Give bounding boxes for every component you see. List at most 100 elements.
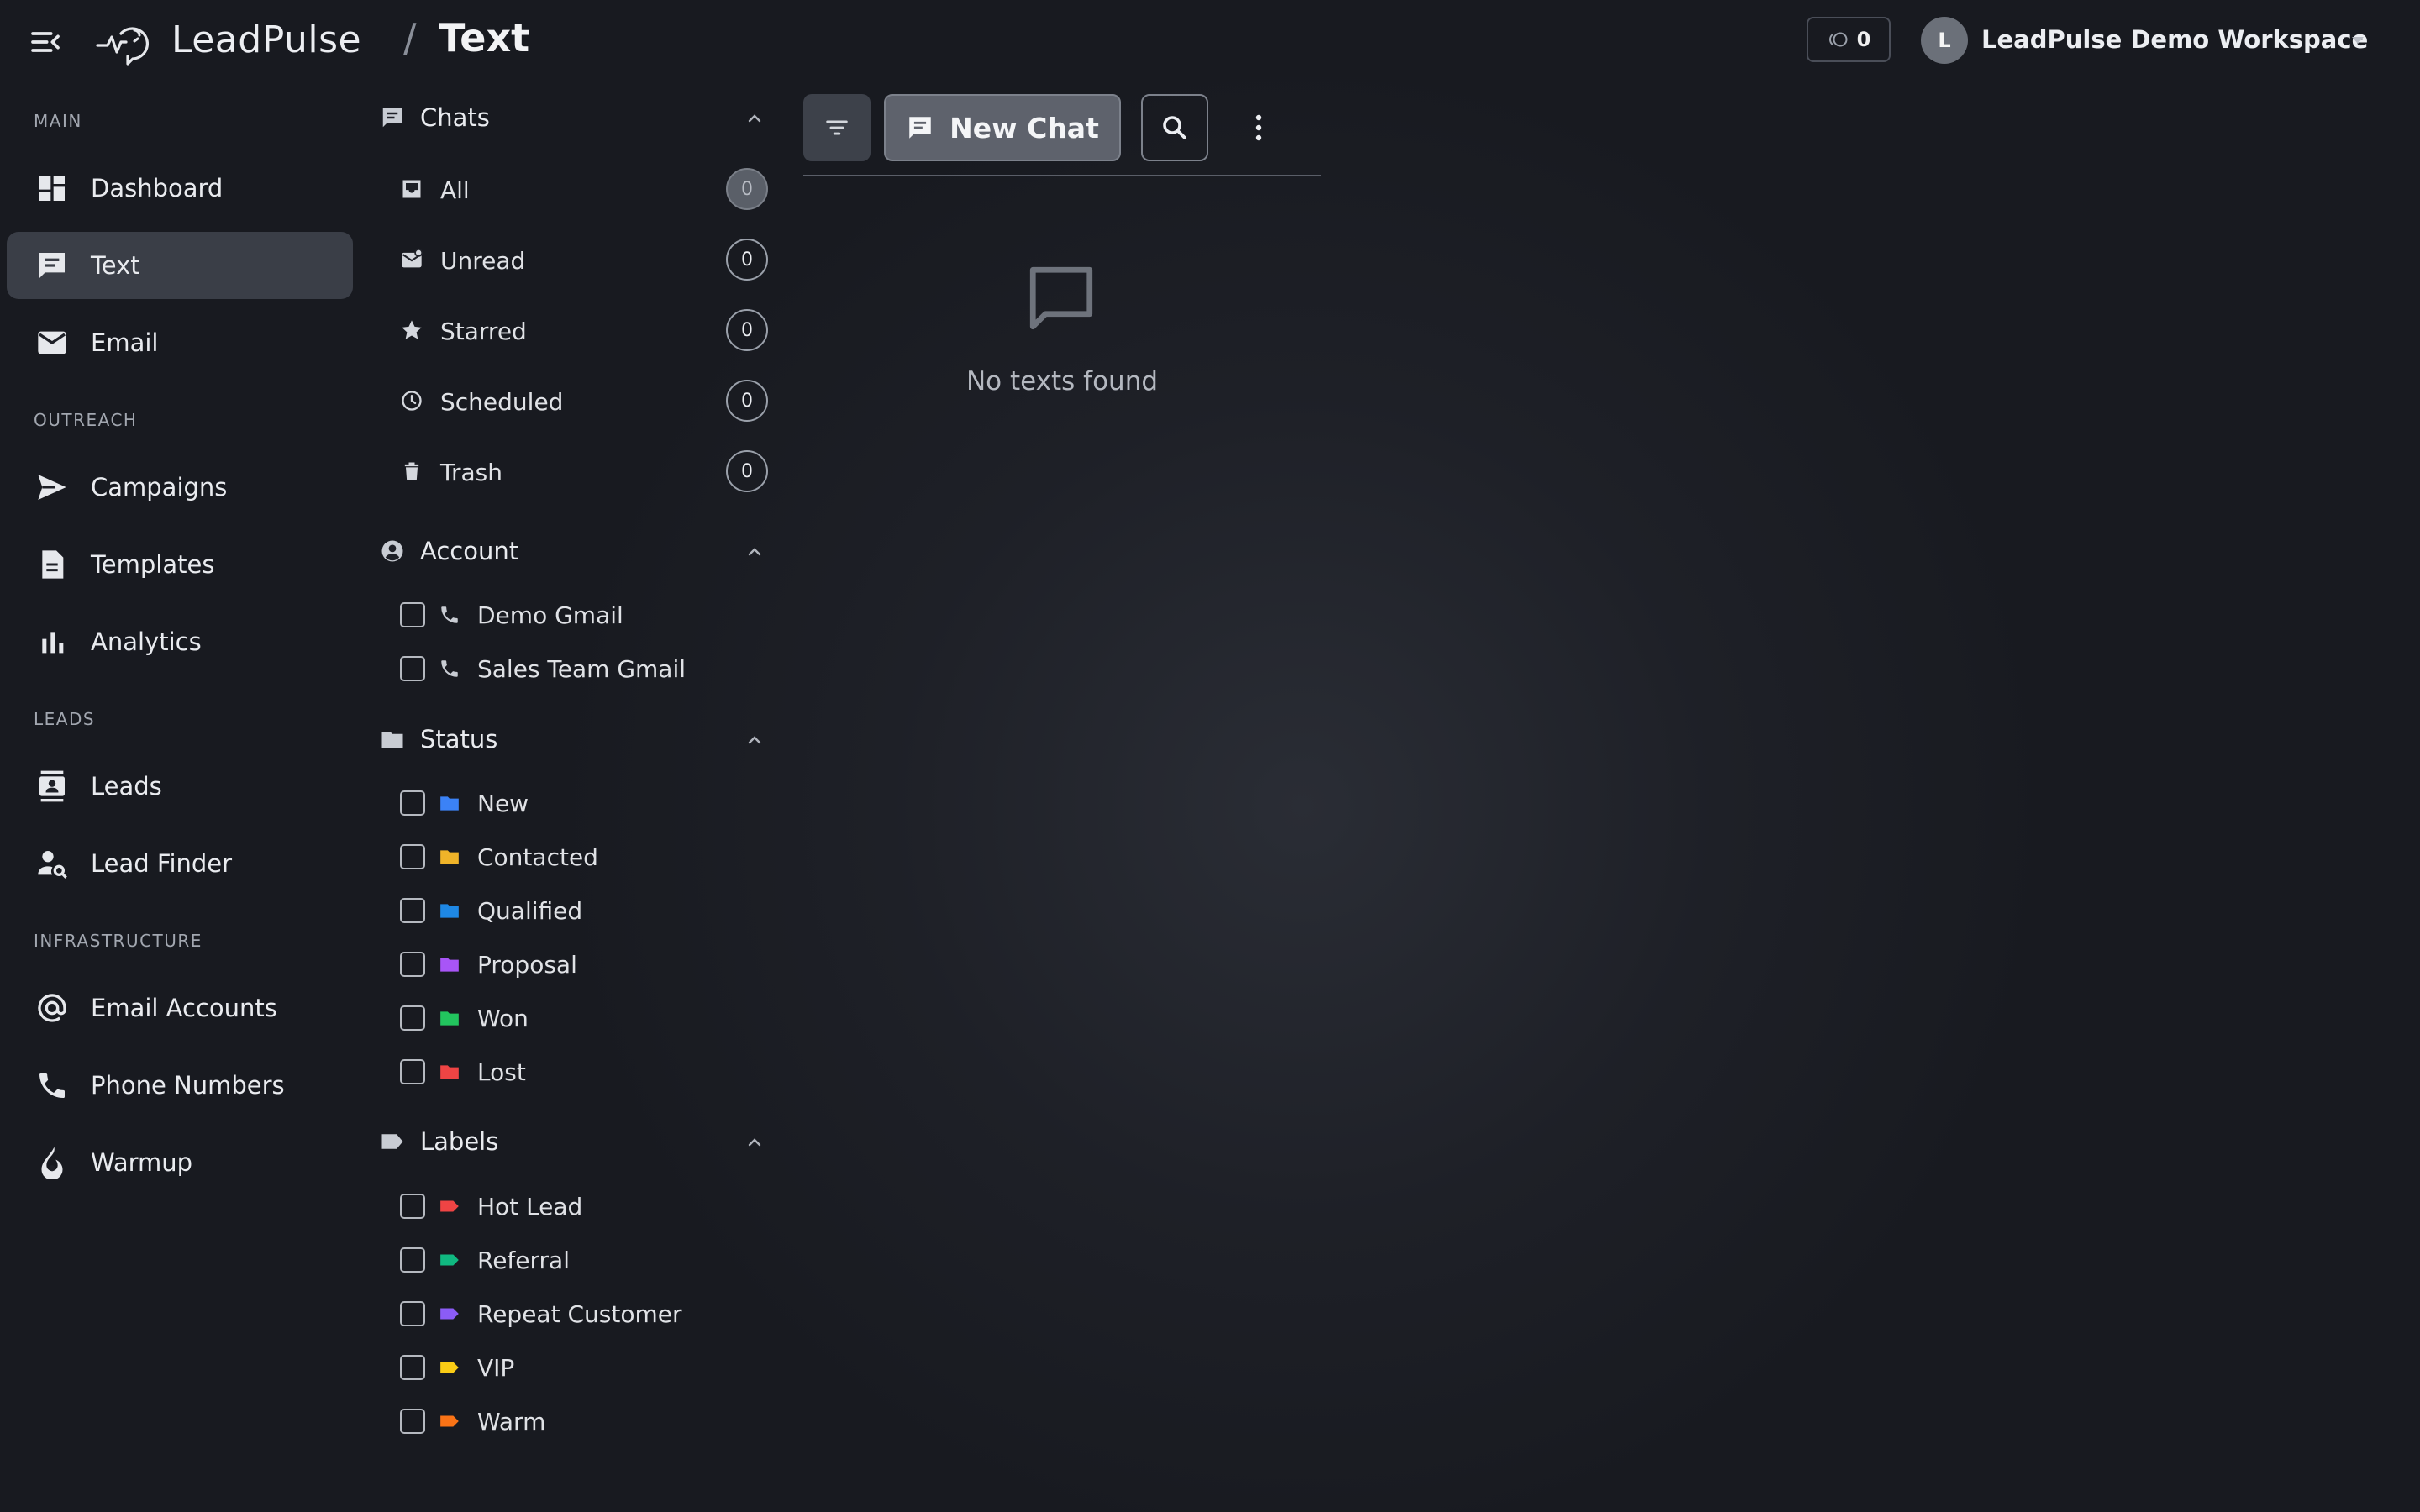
chat-filter-unread[interactable]: Unread 0 <box>395 234 773 285</box>
status-filter-item[interactable]: Lost <box>398 1051 773 1093</box>
contacts-icon <box>35 769 69 803</box>
phone-icon <box>35 1068 69 1102</box>
sidebar-item-email-accounts[interactable]: Email Accounts <box>7 974 353 1042</box>
status-filter-item[interactable]: Won <box>398 997 773 1039</box>
status-filter-item[interactable]: New <box>398 782 773 824</box>
checkbox[interactable] <box>400 790 425 816</box>
account-filter-item[interactable]: Demo Gmail <box>398 594 773 636</box>
chevron-up-icon[interactable] <box>744 542 765 562</box>
toolbar-divider <box>803 175 1321 176</box>
avatar[interactable]: L <box>1921 17 1968 64</box>
labels-filter-item[interactable]: Referral <box>398 1239 773 1281</box>
sidebar-item-phone-numbers[interactable]: Phone Numbers <box>7 1052 353 1119</box>
labels-filter-item[interactable]: Warm <box>398 1400 773 1442</box>
labels-filter-item[interactable]: VIP <box>398 1347 773 1389</box>
folder-icon <box>380 727 405 752</box>
labels-label: Repeat Customer <box>477 1300 682 1328</box>
labels-label: Hot Lead <box>477 1193 583 1221</box>
checkbox[interactable] <box>400 844 425 869</box>
workspace-name[interactable]: LeadPulse Demo Workspace <box>1981 25 2368 54</box>
sidebar-item-analytics[interactable]: Analytics <box>7 608 353 675</box>
status-label: Qualified <box>477 897 583 925</box>
checkbox[interactable] <box>400 898 425 923</box>
page-title: Text <box>439 15 530 60</box>
count-badge: 0 <box>726 380 768 422</box>
labels-label: Referral <box>477 1247 570 1274</box>
chevron-up-icon[interactable] <box>744 730 765 750</box>
group-title: Chats <box>420 103 490 132</box>
more-vertical-icon <box>1255 114 1262 141</box>
chat-bubble-icon <box>35 249 69 282</box>
chat-bubble-icon <box>909 117 931 139</box>
chevron-up-icon[interactable] <box>744 1132 765 1152</box>
checkbox[interactable] <box>400 1005 425 1031</box>
status-filter-item[interactable]: Proposal <box>398 943 773 985</box>
checkbox[interactable] <box>400 1059 425 1084</box>
chat-filter-label: Starred <box>440 318 527 345</box>
star-icon <box>400 318 424 342</box>
labels-label: VIP <box>477 1354 515 1382</box>
sidebar-item-label: Leads <box>91 772 162 801</box>
account-label: Sales Team Gmail <box>477 655 687 683</box>
account-filter-item[interactable]: Sales Team Gmail <box>398 648 773 690</box>
tag-icon <box>439 1303 460 1325</box>
sidebar-item-text[interactable]: Text <box>7 232 353 299</box>
folder-icon <box>439 1061 460 1083</box>
chevron-down-icon[interactable] <box>2348 32 2368 49</box>
more-options-button[interactable] <box>1242 106 1276 150</box>
chat-filter-starred[interactable]: Starred 0 <box>395 305 773 355</box>
checkbox[interactable] <box>400 1355 425 1380</box>
leadpulse-logo-icon <box>96 17 155 67</box>
sidebar-item-campaigns[interactable]: Campaigns <box>7 454 353 521</box>
sidebar-item-templates[interactable]: Templates <box>7 531 353 598</box>
checkbox[interactable] <box>400 1409 425 1434</box>
sidebar-item-label: Lead Finder <box>91 849 233 878</box>
sidebar-item-lead-finder[interactable]: Lead Finder <box>7 830 353 897</box>
labels-filter-item[interactable]: Repeat Customer <box>398 1293 773 1335</box>
status-filter-item[interactable]: Qualified <box>398 890 773 932</box>
account-group-header[interactable]: Account <box>378 530 773 572</box>
send-icon <box>35 470 69 504</box>
tag-icon <box>439 1249 460 1271</box>
chat-filter-scheduled[interactable]: Scheduled 0 <box>395 375 773 426</box>
checkbox[interactable] <box>400 1194 425 1219</box>
checkbox[interactable] <box>400 1247 425 1273</box>
status-label: Lost <box>477 1058 526 1086</box>
tag-icon <box>439 1357 460 1378</box>
status-filter-item[interactable]: Contacted <box>398 836 773 878</box>
checkbox[interactable] <box>400 1301 425 1326</box>
sidebar-item-label: Analytics <box>91 627 202 656</box>
nav-section-main: MAIN <box>34 111 82 131</box>
at-sign-icon <box>35 991 69 1025</box>
sidebar-item-dashboard[interactable]: Dashboard <box>7 155 353 222</box>
search-button[interactable] <box>1141 94 1208 161</box>
count-badge: 0 <box>726 239 768 281</box>
chevron-up-icon[interactable] <box>744 108 765 129</box>
labels-filter-item[interactable]: Hot Lead <box>398 1185 773 1227</box>
chats-group-header[interactable]: Chats <box>378 97 773 139</box>
checkbox[interactable] <box>400 602 425 627</box>
chat-filter-trash[interactable]: Trash 0 <box>395 446 773 496</box>
sidebar-item-leads[interactable]: Leads <box>7 753 353 820</box>
credits-badge[interactable]: 0 <box>1807 17 1891 62</box>
new-chat-button[interactable]: New Chat <box>884 94 1121 161</box>
tag-icon <box>439 1195 460 1217</box>
sidebar-item-warmup[interactable]: Warmup <box>7 1129 353 1196</box>
labels-group-header[interactable]: Labels <box>378 1121 773 1163</box>
folder-icon <box>439 900 460 921</box>
chat-filter-all[interactable]: All 0 <box>395 164 773 214</box>
group-title: Labels <box>420 1127 499 1156</box>
chat-filter-label: All <box>440 176 470 204</box>
phone-icon <box>439 658 460 680</box>
status-group-header[interactable]: Status <box>378 718 773 760</box>
checkbox[interactable] <box>400 952 425 977</box>
menu-collapse-icon[interactable] <box>29 25 62 59</box>
account-circle-icon <box>380 538 405 564</box>
nav-section-leads: LEADS <box>34 709 96 729</box>
sidebar-item-label: Templates <box>91 550 215 579</box>
checkbox[interactable] <box>400 656 425 681</box>
filter-button[interactable] <box>803 94 871 161</box>
sidebar-item-label: Email Accounts <box>91 994 277 1022</box>
sidebar-item-email[interactable]: Email <box>7 309 353 376</box>
sidebar-item-label: Phone Numbers <box>91 1071 285 1100</box>
